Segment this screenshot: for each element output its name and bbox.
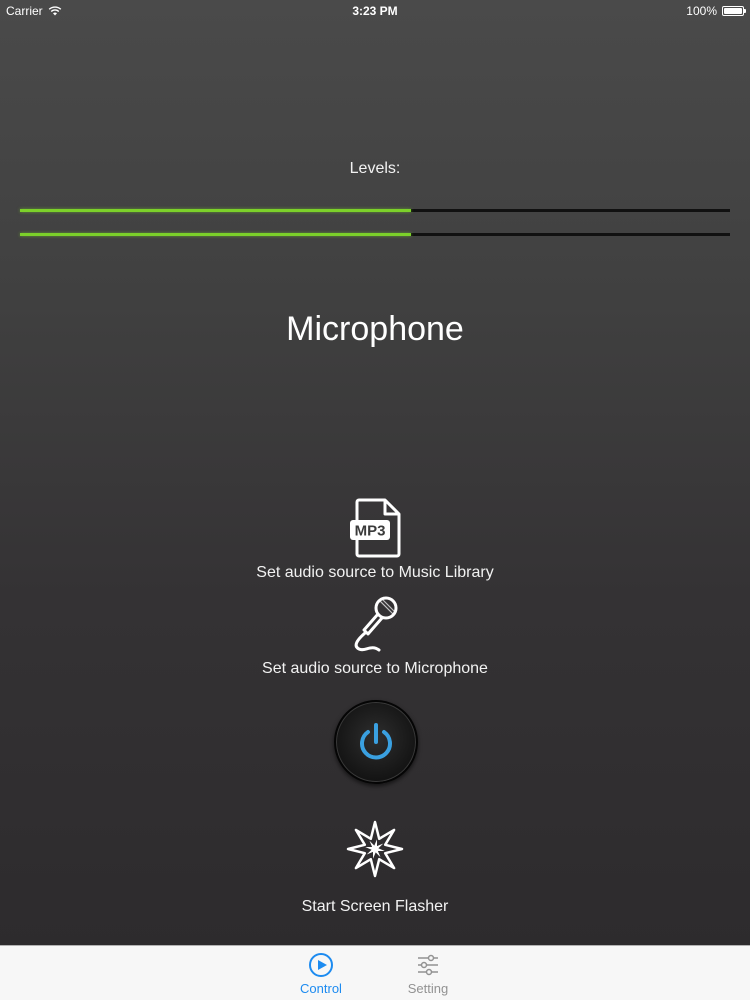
tab-control-label: Control	[300, 981, 342, 996]
play-circle-icon	[309, 953, 333, 977]
start-screen-flasher-button[interactable]: Start Screen Flasher	[0, 818, 750, 916]
tab-setting-label: Setting	[407, 981, 449, 996]
power-icon	[360, 723, 392, 760]
status-time: 3:23 PM	[352, 4, 398, 18]
power-button[interactable]	[334, 700, 418, 784]
level-meter-fill	[20, 209, 411, 212]
status-bar: Carrier 3:23 PM 100%	[0, 0, 750, 22]
microphone-label: Set audio source to Microphone	[262, 660, 488, 677]
battery-icon	[722, 6, 746, 16]
tab-setting[interactable]: Setting	[388, 952, 468, 996]
tab-control[interactable]: Control	[281, 952, 361, 996]
level-meter-left	[20, 209, 730, 212]
starburst-icon	[346, 820, 404, 878]
set-source-music-library-button[interactable]: MP3 Set audio source to Music Library	[0, 498, 750, 582]
levels-label: Levels:	[349, 160, 401, 177]
level-meter-fill	[20, 233, 411, 236]
screen-flasher-label: Start Screen Flasher	[301, 898, 449, 915]
battery-fill	[724, 8, 742, 14]
status-right: 100%	[686, 4, 746, 18]
battery-percent: 100%	[686, 4, 717, 18]
mp3-file-icon: MP3	[350, 498, 401, 558]
svg-text:MP3: MP3	[355, 523, 386, 540]
microphone-icon	[354, 596, 398, 652]
music-library-label: Set audio source to Music Library	[256, 564, 494, 581]
level-meter-right	[20, 233, 730, 236]
tab-bar: Control Setting	[0, 945, 750, 1000]
current-source-title: Microphone	[286, 310, 464, 348]
set-source-microphone-button[interactable]: Set audio source to Microphone	[0, 594, 750, 678]
sliders-icon	[418, 954, 438, 976]
